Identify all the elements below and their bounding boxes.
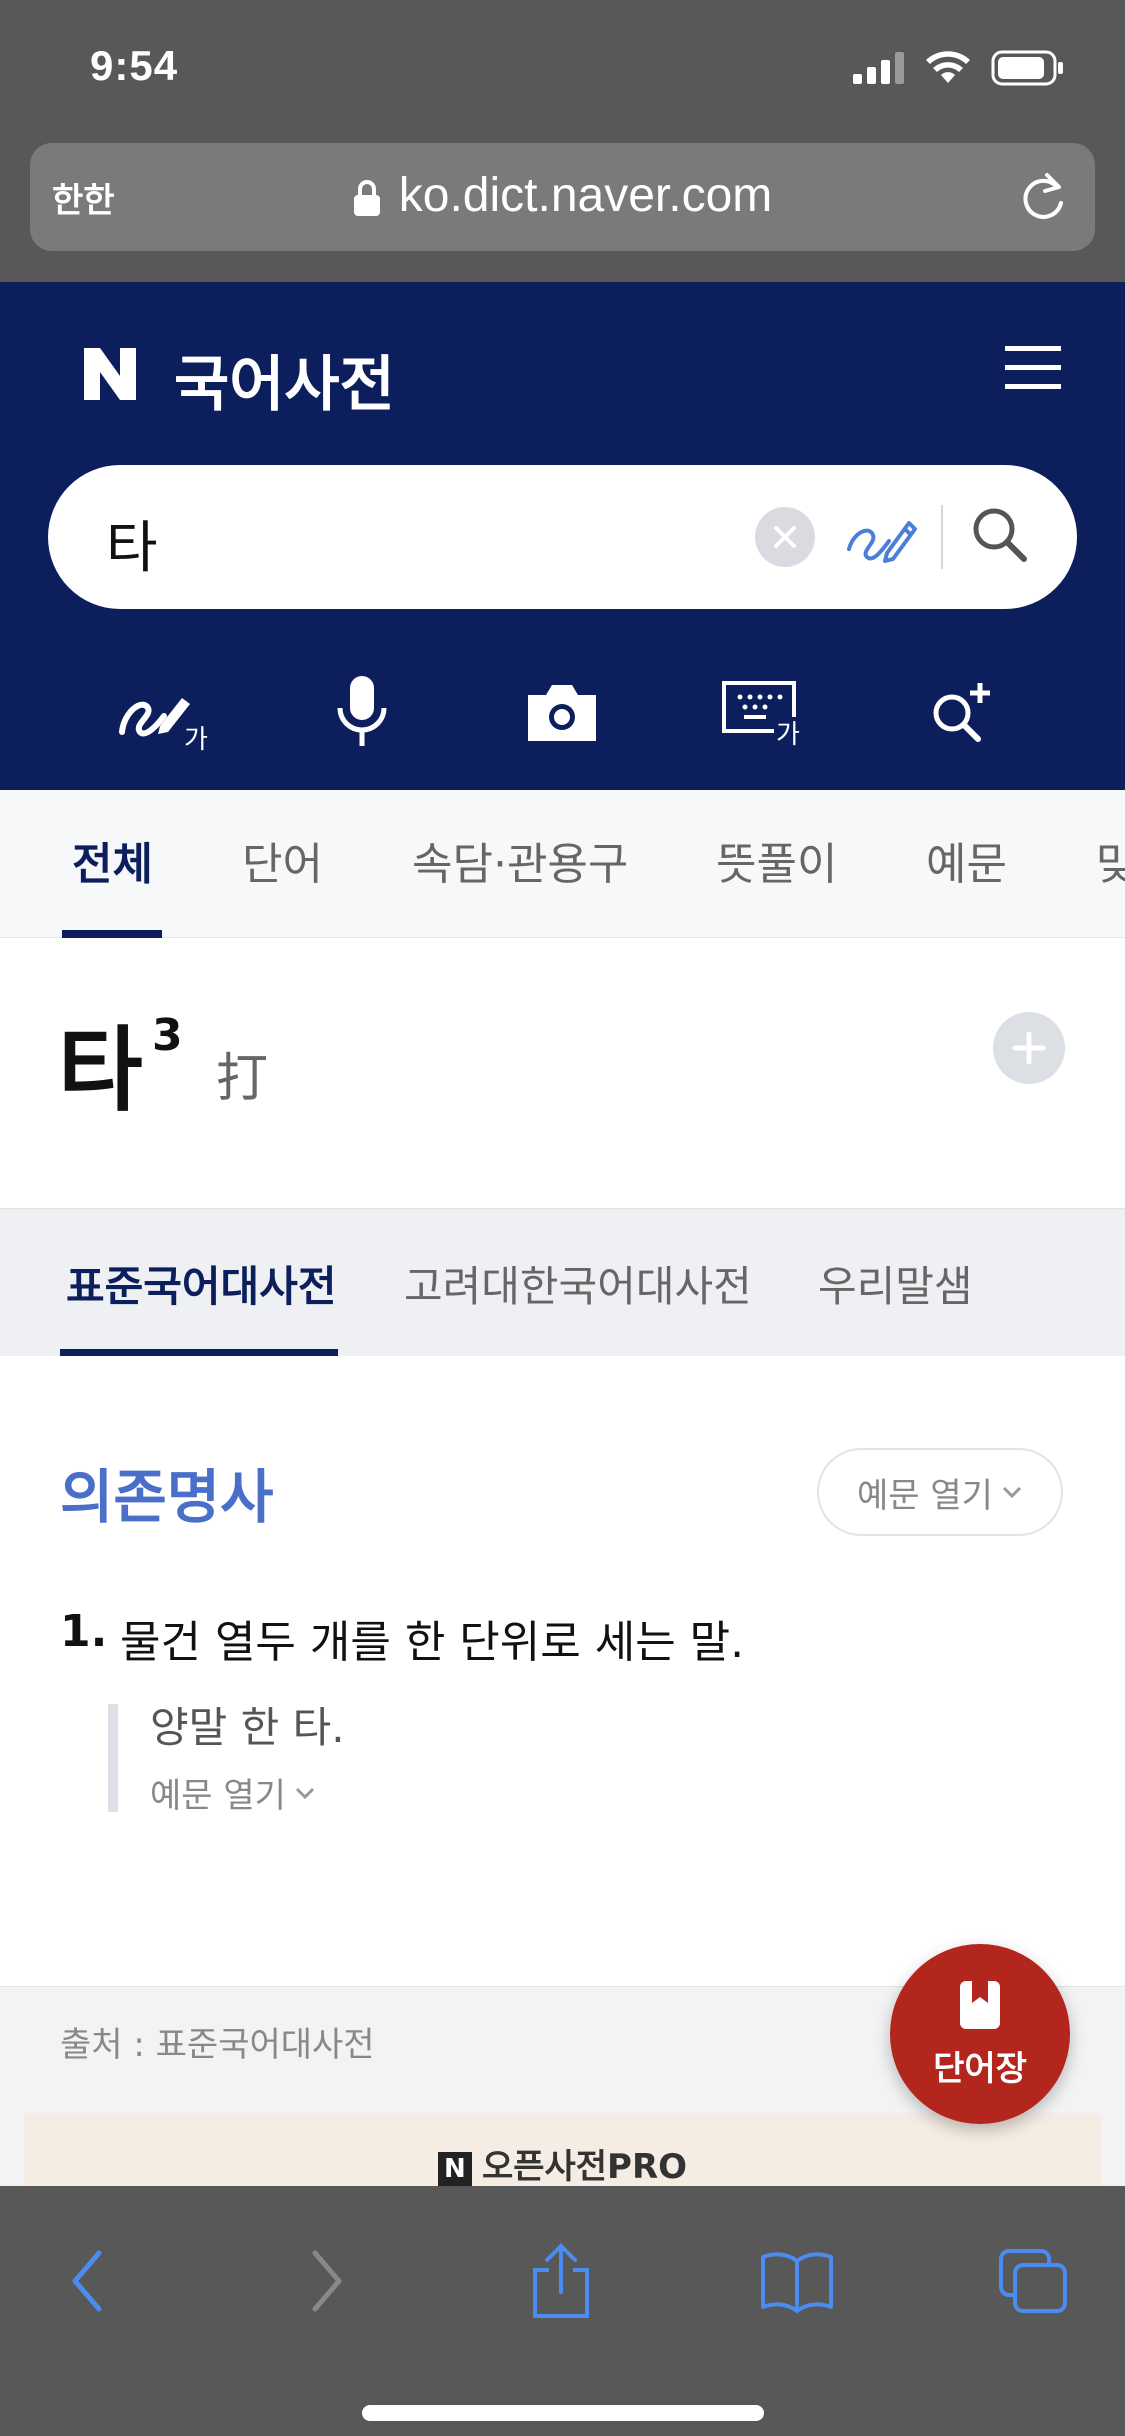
voice-search-tool[interactable]: [312, 662, 412, 762]
entry-header: 타 3 打: [0, 938, 1125, 1208]
menu-icon[interactable]: [1005, 344, 1061, 392]
reload-icon[interactable]: [1017, 171, 1069, 225]
naver-logo[interactable]: [80, 344, 140, 404]
browser-top-chrome: 9:54 한한 ko.dict.naver.com: [0, 0, 1125, 282]
sense-number: 1.: [60, 1606, 108, 1657]
forward-button[interactable]: [282, 2236, 372, 2326]
headword: 타: [58, 1017, 143, 1124]
more-examples-link[interactable]: 예문 열기: [150, 1768, 316, 1817]
tab-word[interactable]: 단어: [242, 828, 323, 892]
tab-idiom[interactable]: 속담·관용구: [412, 828, 628, 892]
wifi-icon: [926, 51, 970, 83]
active-tab-indicator: [62, 930, 162, 938]
chevron-down-icon: [295, 1787, 314, 1799]
promo-title: N 오픈사전PRO: [24, 2139, 1101, 2188]
example-sentence: 양말 한 타.: [150, 1703, 345, 1752]
status-time: 9:54: [90, 42, 179, 89]
url-text: ko.dict.naver.com: [398, 169, 773, 222]
keyboard-tool[interactable]: 가: [712, 662, 812, 762]
open-examples-button[interactable]: 예문 열기: [817, 1448, 1063, 1536]
url-display[interactable]: ko.dict.naver.com: [30, 168, 1095, 223]
search-box[interactable]: 타: [48, 465, 1077, 609]
back-button[interactable]: [42, 2236, 132, 2326]
search-category-tabs: 전체 단어 속담·관용구 뜻풀이 예문 맞: [0, 790, 1125, 938]
chevron-right-icon: [312, 2250, 342, 2312]
chevron-down-icon: [1002, 1486, 1022, 1499]
more-examples-label: 예문 열기: [150, 1776, 286, 1816]
status-icons: [853, 50, 1065, 86]
homonym-number: 3: [152, 1010, 183, 1061]
search-divider: [941, 505, 943, 569]
tabs-icon: [999, 2249, 1067, 2313]
tab-definition[interactable]: 뜻풀이: [716, 828, 837, 892]
browser-bottom-toolbar: [0, 2186, 1125, 2436]
dictionary-header: 국어사전 타 가 가: [0, 282, 1125, 790]
promo-naver-logo: N: [437, 2151, 472, 2186]
lock-icon: [353, 180, 380, 217]
bookmarks-button[interactable]: [752, 2236, 842, 2326]
source-tab-urimalsaem[interactable]: 우리말샘: [818, 1253, 973, 1314]
input-tools-row: 가 가: [0, 662, 1125, 762]
bookmark-icon: [960, 1980, 1000, 2029]
book-icon: [761, 2252, 833, 2313]
search-plus-icon: [933, 683, 990, 742]
share-icon: [533, 2243, 589, 2318]
clear-search-icon[interactable]: [755, 507, 815, 567]
camera-icon: [528, 685, 596, 741]
advanced-search-tool[interactable]: [912, 662, 1012, 762]
battery-icon: [991, 50, 1063, 86]
open-examples-label: 예문 열기: [857, 1475, 993, 1516]
source-tab-korea-univ[interactable]: 고려대한국어대사전: [404, 1253, 752, 1314]
wordbook-label: 단어장: [933, 2048, 1027, 2089]
address-bar[interactable]: 한한 ko.dict.naver.com: [30, 143, 1095, 251]
keyboard-icon: 가: [722, 681, 802, 747]
tab-example[interactable]: 예문: [926, 828, 1007, 892]
keyboard-badge: 가: [776, 720, 800, 747]
camera-search-tool[interactable]: [512, 662, 612, 762]
home-indicator: [362, 2405, 764, 2421]
search-input[interactable]: 타: [106, 503, 158, 584]
promo-label: 오픈사전PRO: [481, 2147, 688, 2187]
signal-icon: [853, 52, 904, 84]
definition-section: 의존명사 예문 열기 1. 물건 열두 개를 한 단위로 세는 말. 양말 한 …: [0, 1356, 1125, 1986]
tab-all[interactable]: 전체: [72, 828, 153, 892]
microphone-icon: [337, 676, 387, 746]
handwriting-tool[interactable]: 가: [112, 662, 212, 762]
tab-partial[interactable]: 맞: [1096, 828, 1125, 892]
part-of-speech: 의존명사: [60, 1463, 274, 1531]
close-icon: [774, 526, 796, 548]
page-title[interactable]: 국어사전: [174, 336, 395, 423]
dictionary-source-tabs: 표준국어대사전 고려대한국어대사전 우리말샘: [0, 1208, 1125, 1357]
source-credit: 출처 : 표준국어대사전: [60, 2025, 375, 2065]
tabs-button[interactable]: [988, 2236, 1078, 2326]
search-icon[interactable]: [968, 503, 1032, 567]
handwriting-input-icon[interactable]: [843, 505, 919, 569]
example-quote-bar: [108, 1704, 118, 1812]
hanja: 打: [216, 1049, 269, 1109]
handwriting-icon: 가: [119, 698, 208, 752]
handwriting-badge: 가: [184, 725, 208, 752]
source-tab-standard[interactable]: 표준국어대사전: [66, 1253, 336, 1314]
sense-definition: 물건 열두 개를 한 단위로 세는 말.: [120, 1617, 745, 1668]
wordbook-fab[interactable]: 단어장: [890, 1944, 1070, 2124]
chevron-left-icon: [72, 2250, 102, 2312]
add-to-wordbook-button[interactable]: [993, 1012, 1065, 1084]
share-button[interactable]: [516, 2236, 606, 2326]
plus-icon: [1012, 1031, 1046, 1065]
